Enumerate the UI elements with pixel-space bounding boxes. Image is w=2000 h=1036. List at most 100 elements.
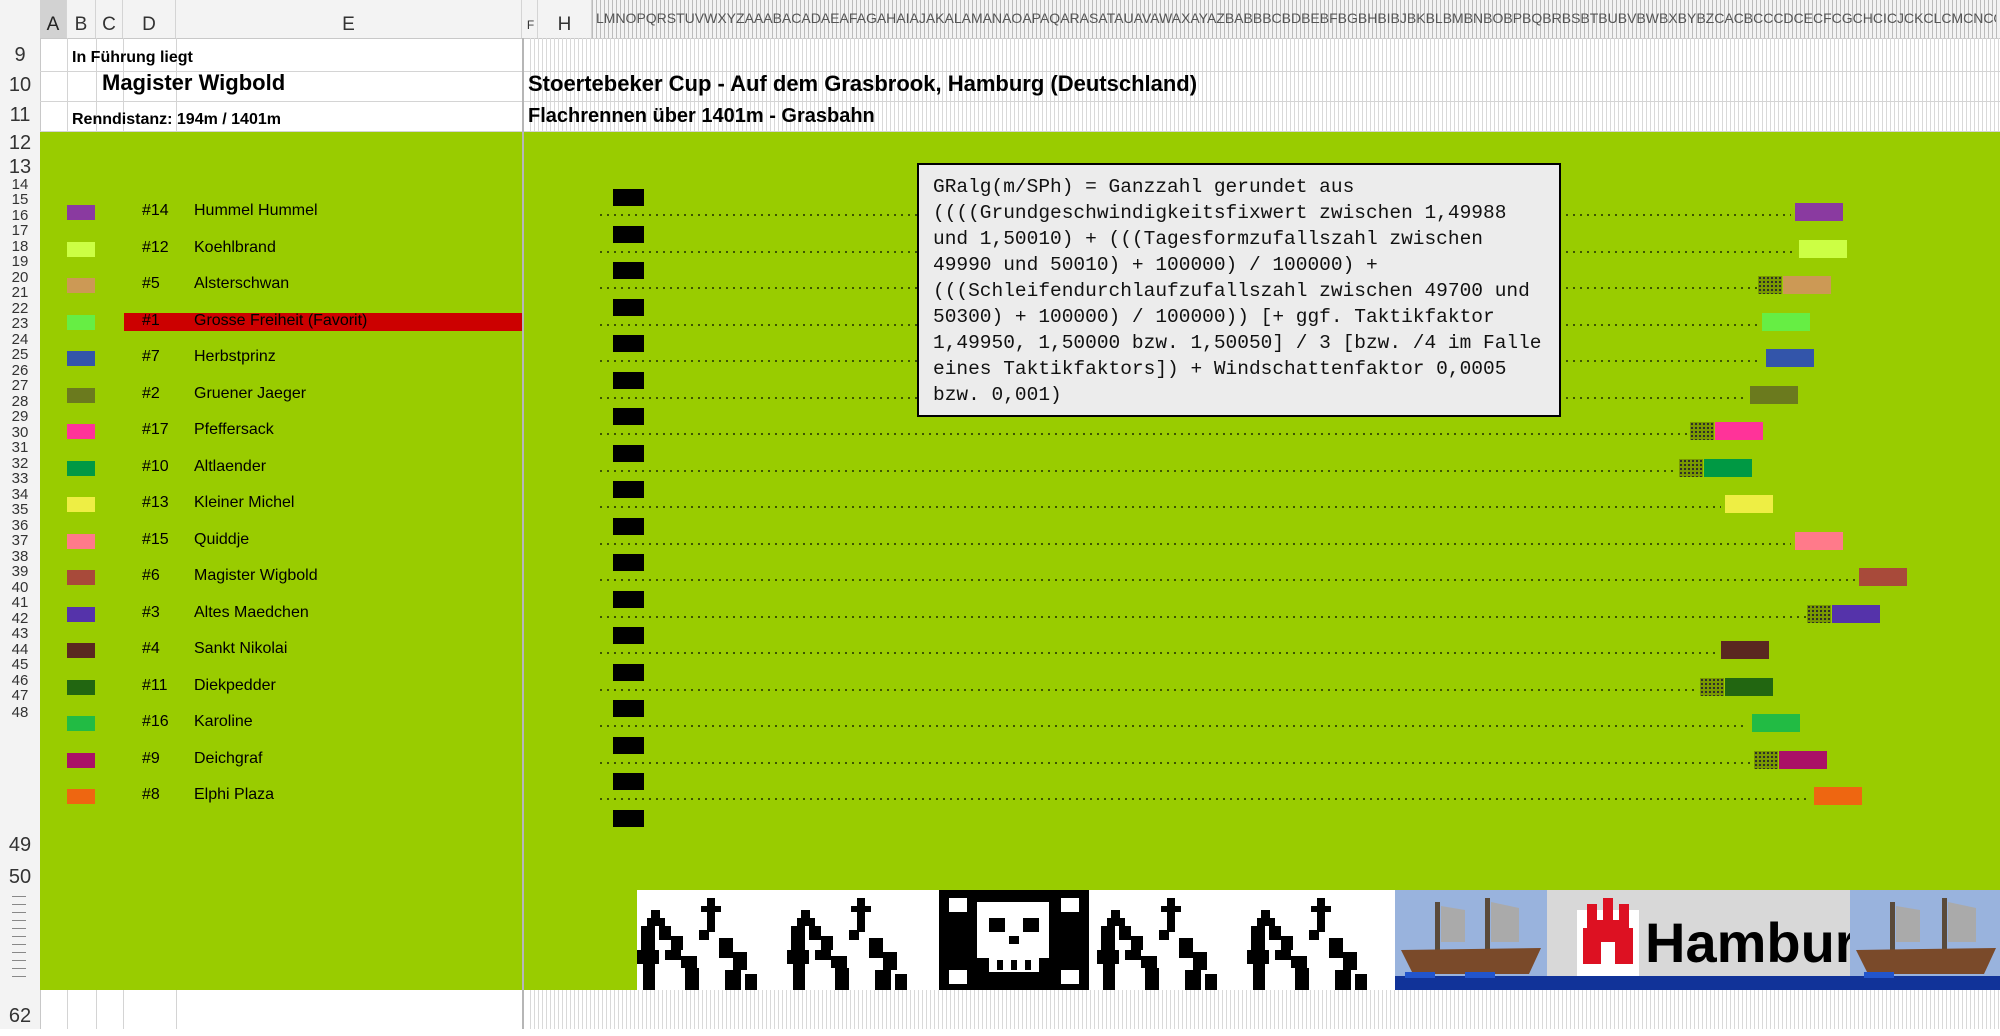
horse-name: Koehlbrand [194,238,276,256]
slipstream-marker [1753,750,1778,769]
starting-gate [613,262,644,279]
horse-name: Gruener Jaeger [194,384,307,402]
horse-runner [1766,349,1815,367]
horse-name: Herbstprinz [194,348,276,365]
starting-gate [613,736,644,754]
horse-name: Alsterschwan [194,275,290,292]
horse-number: #7 [142,348,160,365]
horse-runner [1704,458,1752,477]
horse-name: Deichgraf [194,749,263,767]
horse-runner [1724,495,1773,513]
color-swatch [67,643,95,658]
row-number[interactable]: 9 [0,40,40,70]
horse-number: #16 [142,713,169,730]
track-line [600,433,1690,435]
row-number[interactable]: 11 [0,100,40,130]
row-number[interactable]: 62 [0,996,40,1036]
color-swatch [67,497,95,512]
collapsed-row-marker [12,920,26,921]
row-number[interactable]: 13 [0,156,40,178]
slipstream-marker [1679,458,1703,477]
horse-number: #3 [142,603,160,621]
collapsed-row-marker [12,936,26,937]
starting-gate [613,481,644,498]
horse-runner [1761,312,1810,331]
row-number[interactable]: 40 [0,580,40,595]
color-swatch [67,789,95,804]
column-header-h[interactable]: H [538,0,592,38]
slipstream-marker [1699,677,1724,696]
track-line [600,688,1699,691]
color-swatch [67,424,95,439]
horse-runner [1724,677,1773,696]
col-divider [67,990,68,1029]
row-number[interactable]: 18 [0,239,40,254]
col-divider [176,990,177,1029]
color-swatch [67,716,95,731]
column-header-e[interactable]: E [176,0,522,38]
slipstream-marker [1807,604,1832,623]
column-header-d[interactable]: D [123,0,176,38]
row-number[interactable]: 10 [0,70,40,100]
horse-number: #4 [142,640,160,657]
horse-name: Magister Wigbold [194,567,318,584]
color-swatch [67,752,95,768]
row-number[interactable]: 34 [0,487,40,502]
horse-name: Sankt Nikolai [194,640,288,657]
row-number[interactable]: 28 [0,394,40,409]
col-divider [123,990,124,1029]
row-number[interactable]: 12 [0,130,40,156]
horse-runner [1799,239,1848,258]
row-number[interactable]: 38 [0,549,40,564]
horse-runner [1715,422,1764,440]
starting-gate [613,590,644,608]
row-number[interactable]: 44 [0,642,40,657]
horse-number: #17 [142,421,169,438]
freeze-pane-divider[interactable] [522,38,524,1029]
row-number[interactable]: 20 [0,270,40,285]
row-number[interactable]: 24 [0,332,40,347]
color-swatch [67,314,95,330]
race-subtitle: Flachrennen über 1401m - Grasbahn [528,105,875,127]
row-number[interactable]: 14 [0,177,40,192]
starting-gate [613,189,644,206]
horse-runner [1782,276,1831,294]
row-number[interactable]: 49 [0,830,40,860]
track-line [600,506,1721,508]
row-number[interactable]: 36 [0,518,40,533]
horse-runner [1752,714,1801,732]
row-number[interactable]: 22 [0,301,40,316]
track-line [600,542,1792,545]
row-number[interactable]: 26 [0,363,40,378]
track-line [600,579,1855,581]
leader-name: Magister Wigbold [102,70,286,95]
horse-number: #5 [142,275,160,292]
horse-runner [1858,568,1907,586]
column-header-b[interactable]: B [67,0,96,38]
row-number[interactable]: 42 [0,611,40,626]
color-swatch [67,278,95,293]
collapsed-row-marker [12,896,26,897]
row-number[interactable]: 47 [0,687,40,705]
banner-strip: Hamburg [637,890,2000,990]
horse-name: Quiddje [194,530,250,548]
starting-gate [613,554,644,571]
row-number[interactable]: 32 [0,456,40,471]
row-number[interactable]: 16 [0,208,40,223]
column-header-c[interactable]: C [96,0,123,38]
collapsed-row-marker [12,912,26,913]
column-header-a[interactable]: A [40,0,67,38]
horse-number: #11 [142,676,168,694]
row-number[interactable]: 30 [0,425,40,440]
horse-name: Pfeffersack [194,421,274,438]
column-header-f[interactable]: F [524,0,538,38]
row-number[interactable]: 46 [0,673,40,688]
row-number[interactable]: 50 [0,862,40,892]
row-number[interactable]: 48 [0,705,40,721]
slipstream-marker [1757,276,1782,294]
horse-number: #8 [142,786,160,803]
horse-number: #13 [142,494,169,511]
starting-gate [613,371,644,389]
color-swatch [67,533,95,549]
color-swatch [67,241,95,257]
